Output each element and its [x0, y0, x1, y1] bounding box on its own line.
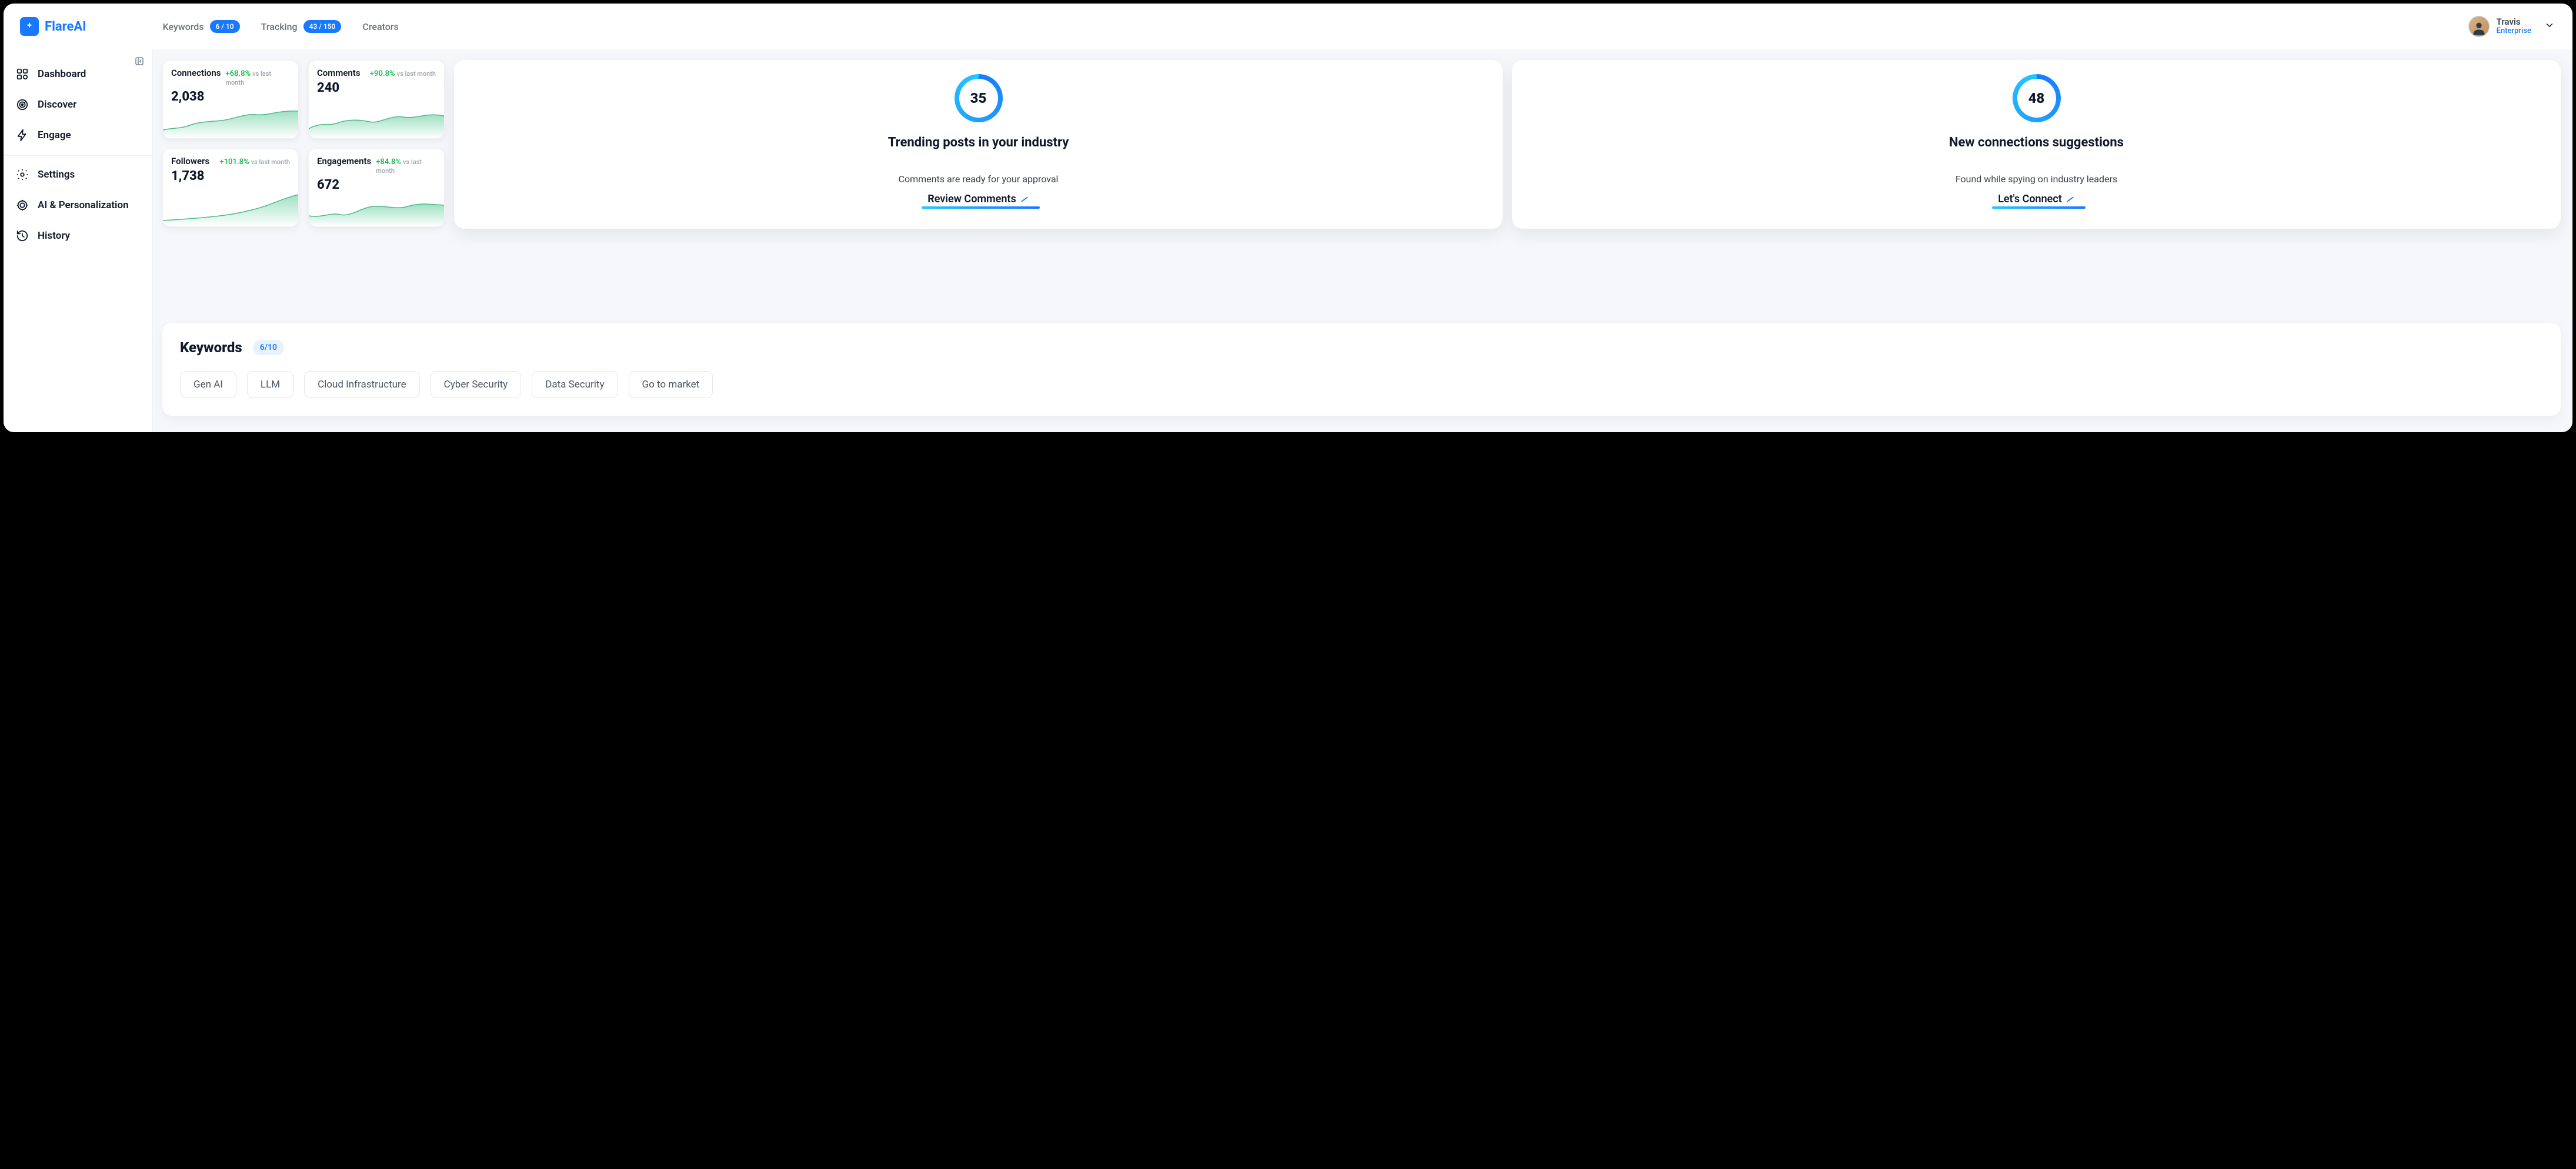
user-plan: Enterprise	[2497, 27, 2531, 36]
gear-icon	[15, 168, 29, 182]
avatar	[2468, 16, 2490, 37]
stat-value: 672	[317, 178, 436, 192]
nav-creators-label: Creators	[362, 21, 398, 32]
keyword-chip[interactable]: Cloud Infrastructure	[304, 371, 420, 398]
stat-card-connections[interactable]: Connections +68.8%vs last month 2,038	[162, 60, 299, 139]
bolt-icon	[15, 128, 29, 142]
card-connection-suggestions: 48 New connections suggestions Found whi…	[1512, 60, 2561, 229]
cpu-icon	[15, 198, 29, 212]
stat-title: Engagements	[317, 156, 371, 166]
stat-delta: +84.8%vs last month	[376, 158, 436, 175]
progress-ring-icon: 35	[955, 74, 1003, 122]
nav-tracking-label: Tracking	[261, 21, 298, 32]
nav-tracking-badge: 43 / 150	[303, 20, 342, 33]
sidebar-item-engage[interactable]: Engage	[4, 120, 152, 151]
sidebar-item-label: History	[38, 230, 70, 242]
main-content: Connections +68.8%vs last month 2,038	[153, 49, 2572, 432]
user-texts: Travis Enterprise	[2497, 17, 2531, 36]
trending-count: 35	[959, 79, 998, 118]
cta-label: Let's Connect	[1998, 193, 2062, 205]
trending-subtitle: Comments are ready for your approval	[899, 173, 1059, 185]
stat-value: 2,038	[171, 89, 290, 104]
suggestions-subtitle: Found while spying on industry leaders	[1956, 173, 2117, 185]
stat-delta: +68.8%vs last month	[225, 69, 290, 87]
target-icon	[15, 98, 29, 112]
collapse-sidebar-icon[interactable]	[134, 55, 145, 67]
keyword-chip[interactable]: Go to market	[629, 371, 713, 398]
sidebar-item-label: Engage	[38, 129, 71, 141]
card-trending-posts: 35 Trending posts in your industry Comme…	[454, 60, 1503, 229]
progress-ring-icon: 48	[2013, 74, 2061, 122]
chevron-down-icon	[2544, 20, 2555, 33]
keyword-chip[interactable]: LLM	[247, 371, 293, 398]
sidebar-item-dashboard[interactable]: Dashboard	[4, 59, 152, 89]
arrow-icon	[1020, 194, 1029, 206]
grid-icon	[15, 67, 29, 81]
suggestions-count: 48	[2017, 79, 2056, 118]
sparkline-icon	[163, 104, 298, 138]
keyword-chip[interactable]: Cyber Security	[431, 371, 522, 398]
stat-card-comments[interactable]: Comments +90.8%vs last month 240	[308, 60, 445, 139]
suggestions-title: New connections suggestions	[1949, 135, 2124, 150]
sidebar-item-history[interactable]: History	[4, 221, 152, 251]
nav-keywords[interactable]: Keywords 6 / 10	[163, 20, 240, 33]
review-comments-button[interactable]: Review Comments	[927, 193, 1029, 209]
trending-title: Trending posts in your industry	[888, 135, 1069, 150]
user-name: Travis	[2497, 17, 2531, 27]
stat-card-engagements[interactable]: Engagements +84.8%vs last month 672	[308, 148, 445, 227]
sidebar-item-discover[interactable]: Discover	[4, 89, 152, 120]
keyword-chip[interactable]: Gen AI	[180, 371, 236, 398]
keyword-chip[interactable]: Data Security	[532, 371, 618, 398]
keywords-count-pill: 6/10	[253, 340, 284, 355]
nav-tracking[interactable]: Tracking 43 / 150	[261, 20, 342, 33]
sidebar-item-label: AI & Personalization	[38, 199, 129, 211]
sparkline-icon	[309, 192, 444, 226]
stat-delta: +101.8%vs last month	[219, 158, 290, 166]
sidebar-item-ai[interactable]: AI & Personalization	[4, 190, 152, 221]
stat-card-followers[interactable]: Followers +101.8%vs last month 1,738	[162, 148, 299, 227]
stat-delta: +90.8%vs last month	[370, 69, 436, 78]
stat-title: Comments	[317, 68, 361, 78]
cta-label: Review Comments	[927, 193, 1016, 205]
stat-value: 1,738	[171, 169, 290, 183]
sidebar-divider	[4, 155, 152, 156]
sidebar-item-label: Discover	[38, 99, 76, 111]
stat-title: Followers	[171, 156, 209, 166]
nav-creators[interactable]: Creators	[362, 21, 398, 32]
arrow-icon	[2066, 194, 2075, 206]
history-icon	[15, 229, 29, 243]
user-menu[interactable]: Travis Enterprise	[2468, 16, 2555, 37]
brand-logo[interactable]: FlareAI	[20, 17, 86, 36]
stat-value: 240	[317, 81, 436, 95]
keywords-title: Keywords	[180, 339, 242, 356]
stat-title: Connections	[171, 68, 221, 78]
sparkle-icon	[20, 17, 39, 36]
sidebar-item-label: Settings	[38, 169, 75, 181]
lets-connect-button[interactable]: Let's Connect	[1998, 193, 2075, 209]
top-nav: Keywords 6 / 10 Tracking 43 / 150 Creato…	[163, 20, 399, 33]
sparkline-icon	[163, 192, 298, 226]
sidebar: Dashboard Discover Engage Settings	[4, 49, 153, 432]
nav-keywords-label: Keywords	[163, 21, 204, 32]
sidebar-item-settings[interactable]: Settings	[4, 159, 152, 190]
sparkline-icon	[309, 104, 444, 138]
keywords-panel: Keywords 6/10 Gen AI LLM Cloud Infrastru…	[162, 323, 2561, 416]
brand-name: FlareAI	[45, 19, 86, 34]
app-header: FlareAI Keywords 6 / 10 Tracking 43 / 15…	[4, 4, 2572, 49]
sidebar-item-label: Dashboard	[38, 68, 86, 80]
keyword-chips: Gen AI LLM Cloud Infrastructure Cyber Se…	[180, 371, 2543, 398]
nav-keywords-badge: 6 / 10	[210, 20, 240, 33]
